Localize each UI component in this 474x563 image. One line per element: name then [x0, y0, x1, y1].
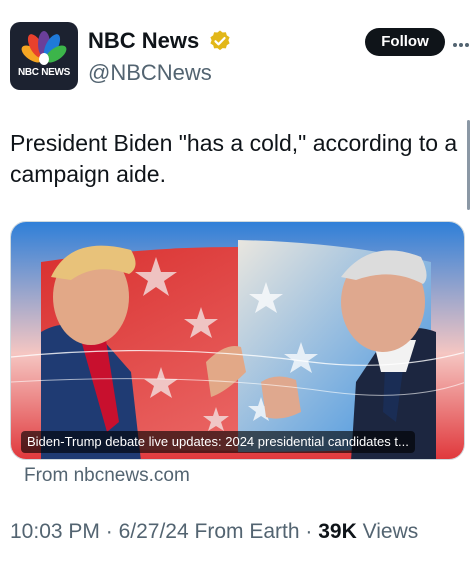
account-info: NBC News @NBCNews	[88, 28, 232, 86]
scrollbar[interactable]	[467, 120, 470, 210]
tweet-date[interactable]: 6/27/24	[119, 520, 189, 543]
follow-button[interactable]: Follow	[365, 28, 445, 56]
avatar[interactable]: NBC NEWS	[10, 22, 78, 90]
link-source[interactable]: From nbcnews.com	[24, 465, 190, 487]
tweet-time[interactable]: 10:03 PM	[10, 520, 100, 543]
views-label: Views	[362, 520, 419, 543]
views-count: 39K	[318, 520, 357, 543]
peacock-logo-icon	[21, 31, 67, 65]
tweet-location: From Earth	[194, 520, 300, 543]
tweet-header: NBC NEWS NBC News @NBCNews Follow	[10, 22, 469, 92]
avatar-label: NBC NEWS	[17, 67, 71, 78]
link-card-image[interactable]: Biden-Trump debate live updates: 2024 pr…	[10, 221, 465, 460]
account-handle[interactable]: @NBCNews	[88, 60, 232, 86]
tweet-text: President Biden "has a cold," according …	[10, 130, 458, 187]
meta-separator-2: ·	[305, 520, 313, 543]
more-horizontal-icon[interactable]	[453, 34, 473, 47]
verified-badge-icon	[210, 30, 230, 51]
debate-photo	[11, 222, 464, 459]
tweet-meta: 10:03 PM · 6/27/24 From Earth · 39K View…	[10, 520, 418, 544]
display-name[interactable]: NBC News	[88, 28, 199, 54]
link-card-caption: Biden-Trump debate live updates: 2024 pr…	[21, 431, 415, 453]
meta-separator: ·	[105, 520, 113, 543]
